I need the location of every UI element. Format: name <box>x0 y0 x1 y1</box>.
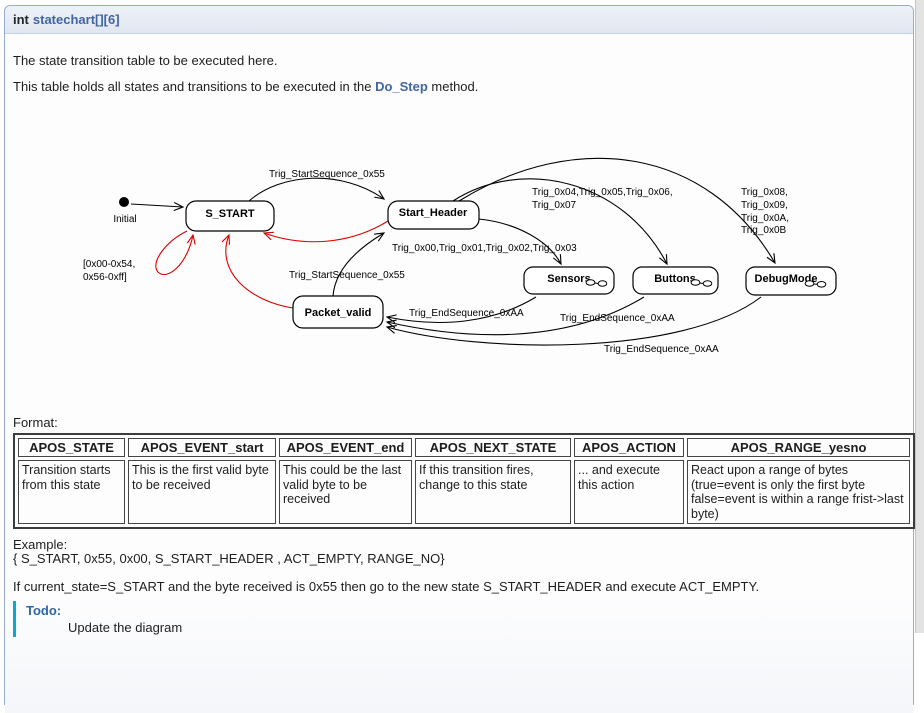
column-header: APOS_RANGE_yesno <box>687 438 910 457</box>
edge-packet-valid-to-s-start <box>226 235 293 308</box>
table-cell: This is the first valid byte to be recei… <box>128 460 276 524</box>
label-start-seq-top: Trig_StartSequence_0x55 <box>269 169 385 180</box>
table-cell: ... and execute this action <box>574 460 684 524</box>
example-code: { S_START, 0x55, 0x00, S_START_HEADER , … <box>13 551 445 566</box>
edge-s-start-self-loop <box>156 231 193 274</box>
label-range-line2: 0x56-0xff] <box>83 272 127 283</box>
state-packet-valid-label: Packet_valid <box>305 307 372 319</box>
label-trig-08: Trig_0x08, <box>741 187 788 198</box>
label-end-seq-1: Trig_EndSequence_0xAA <box>409 308 524 319</box>
edge-initial-to-s-start <box>131 204 183 207</box>
initial-state-dot <box>119 197 129 207</box>
initial-state-label: Initial <box>113 214 136 225</box>
description-line-2-tail: method. <box>428 79 479 94</box>
member-return-type: int <box>13 12 29 27</box>
format-table-header-row: APOS_STATE APOS_EVENT_start APOS_EVENT_e… <box>18 438 910 457</box>
state-start-header-label: Start_Header <box>399 207 468 219</box>
label-trig-0a: Trig_0x0A, <box>741 213 789 224</box>
example-block: Example:{ S_START, 0x55, 0x00, S_START_H… <box>13 538 907 566</box>
column-header: APOS_EVENT_end <box>279 438 412 457</box>
description-line-2-text: This table holds all states and transiti… <box>13 79 375 94</box>
state-buttons-label: Buttons <box>654 273 696 285</box>
column-header: APOS_EVENT_start <box>128 438 276 457</box>
table-cell: This could be the last valid byte to be … <box>279 460 412 524</box>
label-range-line1: [0x00-0x54, <box>83 259 135 270</box>
column-header: APOS_ACTION <box>574 438 684 457</box>
explanation-text: If current_state=S_START and the byte re… <box>13 579 907 594</box>
example-label: Example: <box>13 537 67 552</box>
edge-s-start-to-start-header <box>249 178 384 201</box>
table-cell: Transition starts from this state <box>18 460 125 524</box>
label-end-seq-2: Trig_EndSequence_0xAA <box>560 313 675 324</box>
do-step-link[interactable]: Do_Step <box>375 79 428 94</box>
format-table-row: Transition starts from this state This i… <box>18 460 910 524</box>
table-cell: If this transition fires, change to this… <box>415 460 571 524</box>
label-trig-07: Trig_0x07 <box>532 200 577 211</box>
column-header: APOS_NEXT_STATE <box>415 438 571 457</box>
scrollbar-gutter[interactable] <box>915 0 924 633</box>
column-header: APOS_STATE <box>18 438 125 457</box>
label-trig-0b: Trig_0x0B <box>741 225 787 236</box>
edge-packet-valid-to-start-header <box>333 233 384 296</box>
state-s-start-label: S_START <box>205 208 255 220</box>
label-trig-00-03: Trig_0x00,Trig_0x01,Trig_0x02,Trig_0x03 <box>392 243 577 254</box>
statechart-diagram: Initial S_START Start_Header Sensors But… <box>4 94 924 390</box>
member-doc-panel: int statechart[][6] The state transition … <box>4 5 914 705</box>
todo-label: Todo: <box>26 603 907 618</box>
member-doc-body: The state transition table to be execute… <box>5 53 913 713</box>
todo-block: Todo: Update the diagram <box>13 601 907 637</box>
state-sensors-label: Sensors <box>547 273 590 285</box>
member-name[interactable]: statechart[][6] <box>33 12 120 27</box>
format-table: APOS_STATE APOS_EVENT_start APOS_EVENT_e… <box>13 433 915 529</box>
label-trig-09: Trig_0x09, <box>741 200 788 211</box>
edge-start-header-to-sensors <box>479 219 561 264</box>
edge-start-header-to-s-start <box>264 221 388 242</box>
format-label: Format: <box>13 415 907 430</box>
label-start-seq-bottom: Trig_StartSequence_0x55 <box>289 270 405 281</box>
description-line-2: This table holds all states and transiti… <box>13 79 907 94</box>
description-line-1: The state transition table to be execute… <box>13 53 907 68</box>
label-end-seq-3: Trig_EndSequence_0xAA <box>604 344 719 355</box>
statechart-svg: Initial S_START Start_Header Sensors But… <box>4 94 924 390</box>
label-trig-04-06: Trig_0x04,Trig_0x05,Trig_0x06, <box>532 187 673 198</box>
table-cell: React upon a range of bytes (true=event … <box>687 460 910 524</box>
member-title-bar: int statechart[][6] <box>5 6 913 34</box>
